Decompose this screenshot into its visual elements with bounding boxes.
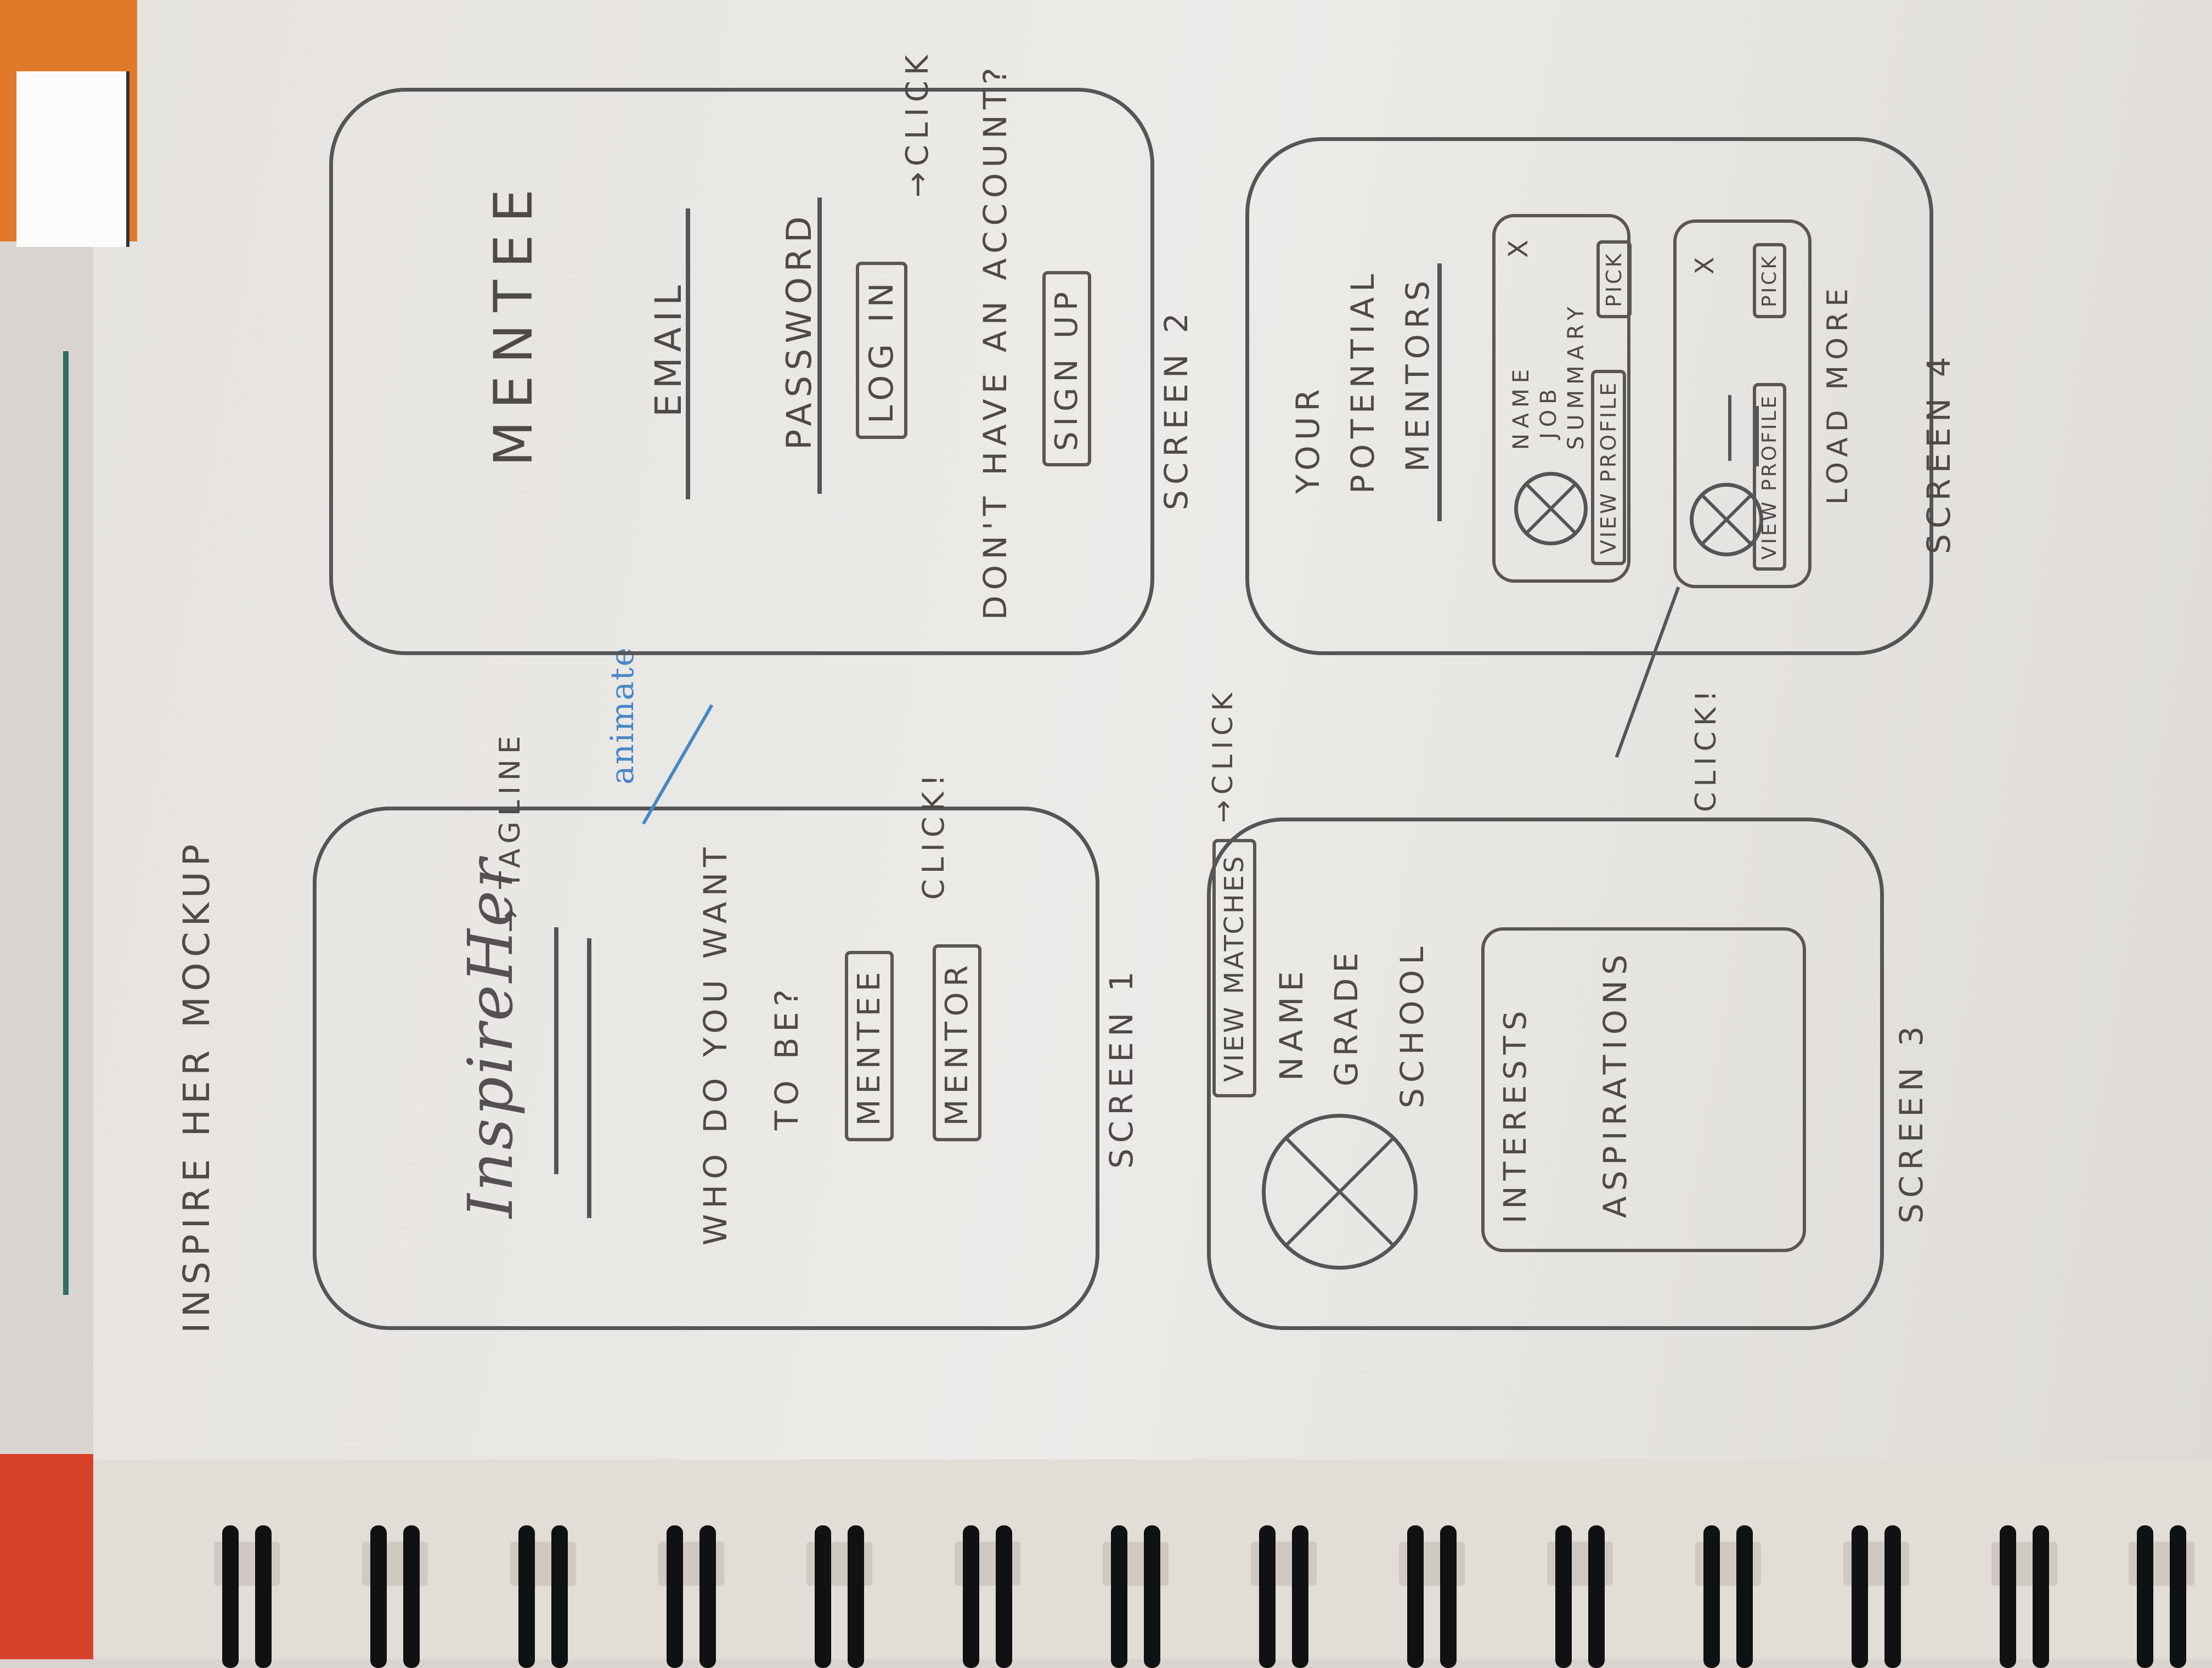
spiral-ring [1536, 1525, 1624, 1668]
logo-underline [587, 938, 591, 1218]
screen2-caption: SCREEN 2 [1158, 307, 1195, 510]
mentor-name-1: NAME [1509, 363, 1534, 450]
page-title: INSPIRE HER MOCKUP [176, 838, 218, 1333]
view-matches-button[interactable]: VIEW MATCHES [1212, 838, 1256, 1097]
spiral-ring [203, 1525, 291, 1668]
mentor-button[interactable]: MENTOR [933, 944, 981, 1141]
aspirations-label: ASPIRATIONS [1596, 949, 1634, 1218]
screen4-heading-2: POTENTIAL [1344, 268, 1381, 494]
screen4-caption: SCREEN 4 [1920, 351, 1957, 554]
white-card [16, 71, 129, 247]
screen2-frame [329, 88, 1154, 655]
teal-margin-line [63, 351, 69, 1295]
pick-button-1[interactable]: PICK [1596, 240, 1632, 318]
email-field[interactable] [686, 208, 690, 499]
no-account-text: DON'T HAVE AN ACCOUNT? [977, 62, 1014, 620]
password-label: PASSWORD [779, 211, 819, 450]
tagline-note: → TAGLINE [494, 730, 527, 933]
question-text: WHO DO YOU WANT [697, 842, 734, 1246]
spiral-ring [2118, 1525, 2205, 1668]
screen1-caption: SCREEN 1 [1103, 966, 1140, 1169]
spiral-ring [647, 1525, 735, 1668]
mentee-button[interactable]: MENTEE [845, 951, 894, 1141]
spiral-ring [1092, 1525, 1180, 1668]
mentor-avatar-1 [1514, 472, 1588, 545]
spiral-ring [1684, 1525, 1772, 1668]
spiral-ring [1980, 1525, 2068, 1668]
spiral-ring [795, 1525, 883, 1668]
mentor-avatar-2 [1690, 483, 1763, 556]
mentor-placeholder-line [1728, 395, 1731, 461]
logo-underline [554, 927, 558, 1174]
email-label: EMAIL [647, 279, 690, 417]
spiral-ring [1832, 1525, 1920, 1668]
view-profile-click-note: CLICK! [1690, 685, 1723, 812]
spiral-ring [1240, 1525, 1328, 1668]
interests-label: INTERESTS [1498, 1005, 1533, 1224]
heading-underline [1437, 263, 1442, 521]
mentor-summary-1: SUMMARY [1564, 301, 1589, 450]
question-text-2: TO BE? [768, 984, 805, 1130]
screen4-heading-3: MENTORS [1399, 275, 1436, 472]
pick-button-2[interactable]: PICK [1753, 243, 1786, 318]
view-profile-button-1[interactable]: VIEW PROFILE [1591, 369, 1626, 565]
view-profile-button-2[interactable]: VIEW PROFILE [1753, 382, 1786, 571]
screen4-heading-1: YOUR [1289, 384, 1327, 494]
profile-school: SCHOOL [1393, 941, 1431, 1108]
signup-button[interactable]: SIGN UP [1042, 271, 1091, 466]
profile-grade: GRADE [1328, 947, 1365, 1086]
red-tab [0, 1454, 93, 1659]
click-note: CLICK! [916, 769, 951, 900]
login-click-note: →CLICK [900, 49, 935, 198]
profile-name: NAME [1273, 966, 1310, 1081]
screen3-caption: SCREEN 3 [1893, 1021, 1930, 1224]
spiral-ring [944, 1525, 1031, 1668]
screen2-title: MENTEE [483, 177, 544, 466]
animate-note: animate [603, 646, 641, 785]
mentor-job-1: JOB [1536, 384, 1561, 439]
close-icon[interactable]: X [1690, 251, 1719, 274]
spiral-ring [351, 1525, 439, 1668]
view-matches-click-note: →CLICK [1207, 687, 1239, 823]
load-more-button[interactable]: LOAD MORE [1821, 283, 1854, 505]
avatar-placeholder [1262, 1114, 1418, 1270]
spiral-ring [499, 1525, 587, 1668]
password-field[interactable] [817, 198, 822, 494]
close-icon[interactable]: X [1503, 234, 1534, 258]
login-button[interactable]: LOG IN [856, 262, 907, 439]
spiral-ring [1388, 1525, 1476, 1668]
